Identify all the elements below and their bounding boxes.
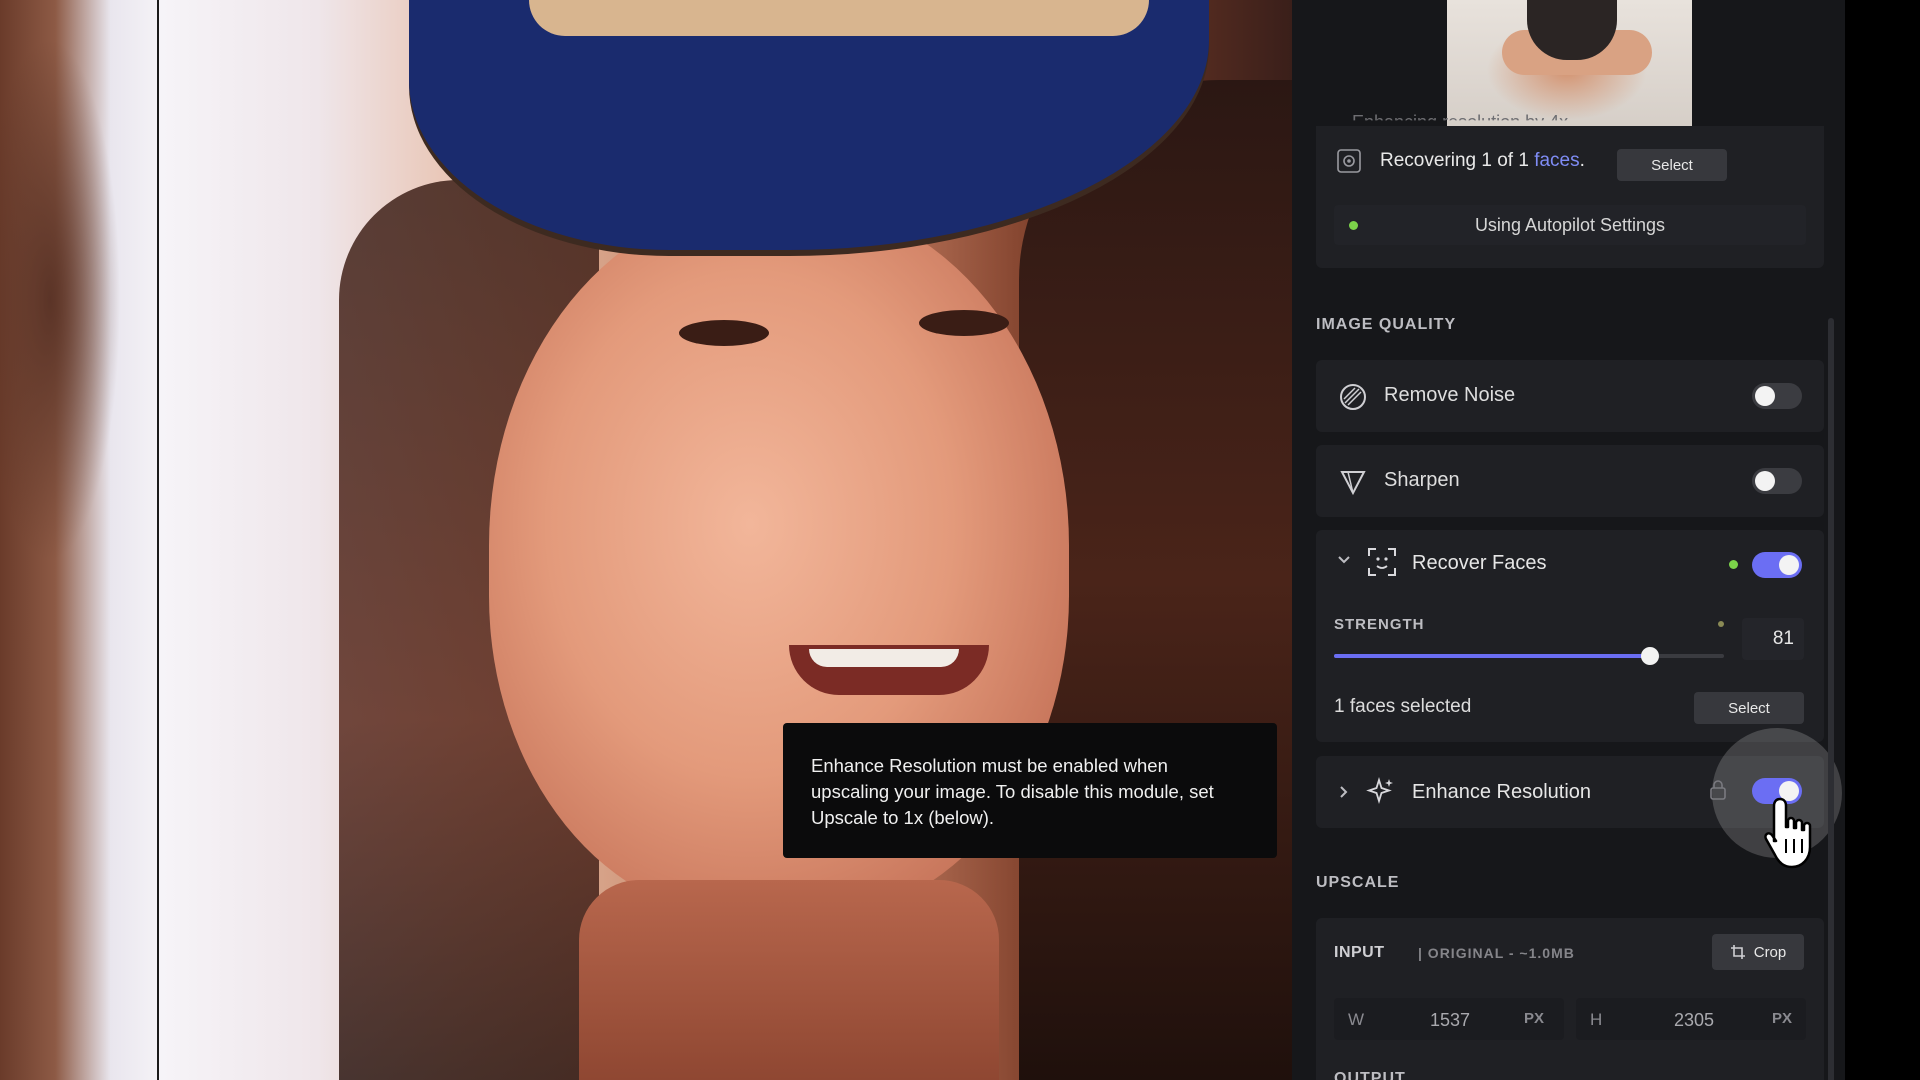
output-label: OUTPUT (1334, 1070, 1406, 1080)
crop-label: Crop (1753, 943, 1787, 961)
width-unit: PX (1524, 1010, 1545, 1027)
toggle-knob (1755, 471, 1775, 491)
sharpen-icon (1338, 467, 1368, 502)
photo-eye-left (679, 320, 769, 346)
photo-cap-band (529, 0, 1149, 36)
sharpen-toggle[interactable] (1752, 468, 1802, 494)
toggle-knob (1779, 555, 1799, 575)
strength-slider-fill (1334, 654, 1650, 658)
select-faces-button[interactable]: Select (1617, 149, 1727, 181)
image-canvas[interactable] (0, 0, 1292, 1080)
face-scan-icon (1336, 148, 1362, 174)
enhanced-preview (159, 0, 1292, 1080)
sharpen-label: Sharpen (1384, 469, 1460, 491)
recover-status-prefix: Recovering 1 of 1 (1380, 150, 1535, 171)
hand-cursor-icon (1762, 795, 1822, 871)
chevron-down-icon[interactable] (1336, 552, 1352, 573)
panel-scrollbar[interactable] (1828, 318, 1834, 1080)
enhance-resolution-label: Enhance Resolution (1412, 781, 1592, 803)
image-quality-heading: IMAGE QUALITY (1316, 316, 1457, 333)
strength-value-input[interactable]: 81 (1742, 618, 1804, 660)
recover-faces-toggle[interactable] (1752, 552, 1802, 578)
photo-mouth (789, 645, 989, 695)
tooltip-text: Enhance Resolution must be enabled when … (811, 755, 1214, 828)
sparkle-icon (1366, 776, 1396, 811)
strength-label: STRENGTH (1334, 616, 1425, 633)
recover-faces-status-dot (1729, 560, 1738, 569)
enhance-resolution-tooltip: Enhance Resolution must be enabled when … (783, 723, 1277, 858)
recover-status-suffix: . (1579, 150, 1585, 171)
settings-panel: Enhancing resolution by 4x... Recovering… (1292, 0, 1845, 1080)
remove-noise-label: Remove Noise (1384, 384, 1516, 406)
sharpen-row[interactable]: Sharpen (1316, 445, 1824, 517)
autopilot-label: Using Autopilot Settings (1474, 215, 1666, 235)
height-label: H (1590, 1010, 1603, 1029)
height-unit: PX (1772, 1010, 1793, 1027)
input-label: INPUT (1334, 944, 1385, 961)
remove-noise-icon (1338, 382, 1368, 417)
faces-selected-text: 1 faces selected (1334, 696, 1472, 717)
lock-icon (1708, 778, 1728, 807)
width-input[interactable]: W 1537 PX (1334, 998, 1564, 1040)
photo-neck (579, 880, 999, 1080)
crop-button[interactable]: Crop (1712, 934, 1804, 970)
chevron-right-icon[interactable] (1336, 784, 1352, 805)
screen-edge (1845, 0, 1920, 1080)
select-faces-module-button[interactable]: Select (1694, 692, 1804, 724)
input-size-info: | ORIGINAL - ~1.0MB (1418, 945, 1575, 961)
width-value: 1537 (1430, 1010, 1471, 1030)
autopilot-settings-button[interactable]: Using Autopilot Settings (1334, 205, 1806, 245)
crop-icon (1730, 944, 1746, 960)
navigator-thumbnail[interactable] (1447, 0, 1692, 126)
recover-status-row: Recovering 1 of 1 faces. (1336, 148, 1585, 174)
toggle-knob (1755, 386, 1775, 406)
recover-faces-label: Recover Faces (1412, 552, 1547, 574)
photo-eye-right (919, 310, 1009, 336)
strength-slider[interactable] (1334, 647, 1724, 665)
faces-link[interactable]: faces (1534, 150, 1579, 171)
strength-modified-dot (1718, 621, 1724, 627)
width-label: W (1348, 1010, 1365, 1029)
strength-slider-handle[interactable] (1640, 647, 1659, 665)
recover-faces-icon (1366, 546, 1398, 583)
original-preview-strip (0, 0, 158, 1080)
height-value: 2305 (1674, 1010, 1715, 1030)
height-input[interactable]: H 2305 PX (1576, 998, 1806, 1040)
recover-status-text: Recovering 1 of 1 faces. (1380, 150, 1585, 172)
upscale-heading: UPSCALE (1316, 874, 1400, 891)
remove-noise-toggle[interactable] (1752, 383, 1802, 409)
photo-teeth (809, 649, 959, 667)
remove-noise-row[interactable]: Remove Noise (1316, 360, 1824, 432)
